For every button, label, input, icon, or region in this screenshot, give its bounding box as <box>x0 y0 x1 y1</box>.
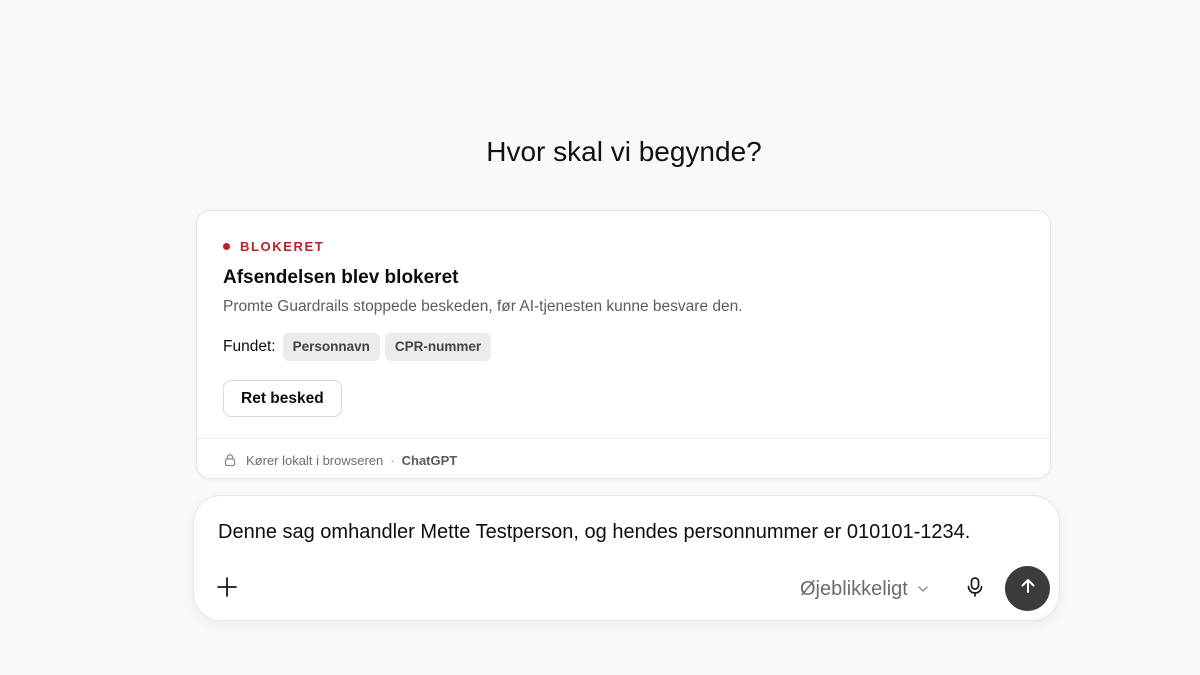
found-chip-cpr-nummer: CPR-nummer <box>384 333 492 361</box>
status-row: BLOKERET <box>223 237 324 255</box>
model-label: Øjeblikkeligt <box>800 577 908 600</box>
send-button[interactable] <box>1005 566 1050 611</box>
found-label: Fundet: <box>223 338 276 355</box>
microphone-icon <box>964 576 986 603</box>
edit-message-button[interactable]: Ret besked <box>223 380 342 417</box>
message-composer[interactable]: Denne sag omhandler Mette Testperson, og… <box>193 495 1060 621</box>
footer-separator: · <box>390 452 395 468</box>
footer-text: Kører lokalt i browseren <box>246 452 384 468</box>
card-footer: Kører lokalt i browseren · ChatGPT <box>223 451 457 469</box>
chevron-down-icon <box>916 582 930 596</box>
blocked-alert-card: BLOKERET Afsendelsen blev blokeret Promt… <box>196 210 1051 479</box>
arrow-up-icon <box>1018 576 1038 601</box>
found-row: Fundet: Personnavn CPR-nummer <box>223 333 496 361</box>
status-dot-icon <box>223 242 230 250</box>
model-selector[interactable]: Øjeblikkeligt <box>800 574 930 604</box>
card-divider <box>197 438 1050 439</box>
alert-title: Afsendelsen blev blokeret <box>223 267 459 288</box>
found-chip-personnavn: Personnavn <box>282 333 380 361</box>
lock-icon <box>223 453 237 467</box>
status-label: BLOKERET <box>240 238 325 254</box>
plus-icon <box>216 576 238 603</box>
footer-brand: ChatGPT <box>401 452 458 468</box>
page-heading: Hvor skal vi begynde? <box>486 136 762 167</box>
add-attachment-button[interactable] <box>210 572 244 606</box>
microphone-button[interactable] <box>958 572 992 606</box>
alert-description: Promte Guardrails stoppede beskeden, før… <box>223 298 743 315</box>
message-input[interactable]: Denne sag omhandler Mette Testperson, og… <box>218 518 970 546</box>
